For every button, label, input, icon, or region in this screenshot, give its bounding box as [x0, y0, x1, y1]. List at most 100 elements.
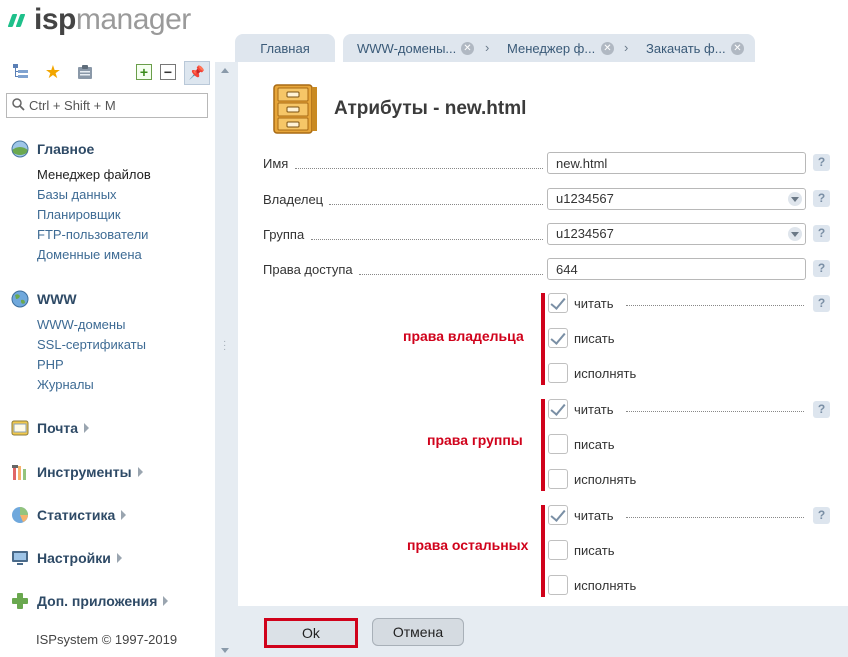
- help-icon[interactable]: ?: [813, 260, 830, 277]
- group-exec-checkbox[interactable]: [548, 469, 568, 489]
- expand-all-icon[interactable]: +: [136, 64, 152, 80]
- read-label: читать: [574, 508, 614, 523]
- owner-read-checkbox[interactable]: [548, 293, 568, 313]
- menu-head-label: Статистика: [37, 507, 116, 523]
- tab-upload-file[interactable]: Закачать ф...: [632, 41, 726, 56]
- collapse-all-icon[interactable]: −: [160, 64, 176, 80]
- ispmanager-logo[interactable]: ispmanager: [7, 3, 191, 36]
- chevron-right-icon: [137, 467, 143, 477]
- sidebar-item-ssl-certificates[interactable]: SSL-сертификаты: [37, 335, 146, 355]
- sidebar-item-file-manager[interactable]: Менеджер файлов: [37, 165, 151, 185]
- highlight-bar: [541, 399, 545, 491]
- owner-write-checkbox[interactable]: [548, 328, 568, 348]
- help-icon[interactable]: ?: [813, 225, 830, 242]
- menu-head-statistics[interactable]: Статистика: [10, 505, 127, 525]
- menu-head-label: Главное: [37, 141, 95, 157]
- owner-permissions-block: права владельца читать ? писать исполнят…: [238, 293, 848, 393]
- field-row-permissions: Права доступа ?: [263, 258, 843, 282]
- owner-select-value: u1234567: [556, 191, 614, 206]
- sidebar-item-www-domains[interactable]: WWW-домены: [37, 315, 146, 335]
- mail-icon: [10, 419, 30, 437]
- exec-label: исполнять: [574, 578, 637, 593]
- owner-permissions-title: права владельца: [403, 328, 524, 344]
- sidebar-search: [6, 93, 208, 118]
- file-cabinet-icon: [270, 83, 320, 135]
- name-label: Имя: [263, 156, 289, 171]
- globe-icon: [10, 290, 30, 308]
- permissions-input[interactable]: [547, 258, 806, 280]
- help-icon[interactable]: ?: [813, 401, 830, 418]
- menu-head-settings[interactable]: Настройки: [10, 548, 122, 568]
- close-icon[interactable]: ✕: [461, 42, 474, 55]
- name-input[interactable]: [547, 152, 806, 174]
- clipboard-icon[interactable]: [74, 61, 96, 83]
- form-header: Атрибуты - new.html: [270, 80, 526, 138]
- ok-button[interactable]: Ok: [264, 618, 358, 648]
- search-input[interactable]: [29, 98, 199, 113]
- help-icon[interactable]: ?: [813, 295, 830, 312]
- search-icon: [7, 97, 29, 114]
- field-row-owner: Владелец u1234567 ?: [263, 188, 843, 212]
- tree-icon[interactable]: [10, 61, 32, 83]
- tab-label: Главная: [260, 40, 310, 56]
- cancel-button[interactable]: Отмена: [372, 618, 464, 646]
- owner-exec-checkbox[interactable]: [548, 363, 568, 383]
- others-read-checkbox[interactable]: [548, 505, 568, 525]
- highlight-bar: [541, 293, 545, 385]
- tab-file-manager[interactable]: Менеджер ф...: [493, 41, 595, 56]
- group-read-checkbox[interactable]: [548, 399, 568, 419]
- sidebar-item-php[interactable]: PHP: [37, 355, 146, 375]
- menu-group-mail: Почта: [10, 418, 90, 438]
- help-icon[interactable]: ?: [813, 507, 830, 524]
- scroll-down-icon[interactable]: [221, 648, 229, 653]
- write-label: писать: [574, 331, 615, 346]
- chevron-right-icon: ›: [624, 40, 629, 55]
- sidebar: ispmanager ★ + − 📌 Главное Менеджер файл…: [0, 0, 215, 657]
- owner-select[interactable]: u1234567: [547, 188, 806, 210]
- group-permissions-title: права группы: [427, 432, 523, 448]
- logo-mark-icon: [7, 12, 30, 28]
- page-title: Атрибуты - new.html: [334, 98, 527, 119]
- menu-group-www: WWW WWW-домены SSL-сертификаты PHP Журна…: [10, 289, 146, 395]
- sidebar-item-databases[interactable]: Базы данных: [37, 185, 151, 205]
- menu-head-main[interactable]: Главное: [10, 139, 151, 159]
- read-label: читать: [574, 402, 614, 417]
- field-row-name: Имя ?: [263, 152, 843, 176]
- group-write-checkbox[interactable]: [548, 434, 568, 454]
- logo-manager-text: manager: [75, 3, 191, 36]
- home-icon: [10, 140, 30, 158]
- menu-group-apps: Доп. приложения: [10, 591, 169, 611]
- scroll-up-icon[interactable]: [221, 68, 229, 73]
- pin-icon[interactable]: 📌: [184, 61, 210, 85]
- menu-head-tools[interactable]: Инструменты: [10, 462, 143, 482]
- tab-home[interactable]: Главная: [235, 34, 335, 62]
- sidebar-splitter[interactable]: · · ·: [215, 62, 235, 657]
- sidebar-item-domain-names[interactable]: Доменные имена: [37, 245, 151, 265]
- help-icon[interactable]: ?: [813, 190, 830, 207]
- others-permissions-title: права остальных: [407, 537, 529, 553]
- exec-label: исполнять: [574, 366, 637, 381]
- tab-www-domains[interactable]: WWW-домены...: [343, 41, 456, 56]
- menu-head-label: Настройки: [37, 550, 111, 566]
- group-select-value: u1234567: [556, 226, 614, 241]
- owner-label: Владелец: [263, 192, 324, 207]
- others-permissions-block: права остальных читать ? писать исполнят…: [238, 505, 848, 605]
- menu-head-apps[interactable]: Доп. приложения: [10, 591, 169, 611]
- menu-head-label: Инструменты: [37, 464, 132, 480]
- help-icon[interactable]: ?: [813, 154, 830, 171]
- menu-head-www[interactable]: WWW: [10, 289, 146, 309]
- tab-breadcrumb: WWW-домены... ✕ › Менеджер ф... ✕ › Зака…: [343, 34, 755, 62]
- sidebar-item-logs[interactable]: Журналы: [37, 375, 146, 395]
- star-icon[interactable]: ★: [42, 61, 64, 83]
- grip-icon: · · ·: [223, 336, 227, 355]
- sidebar-item-scheduler[interactable]: Планировщик: [37, 205, 151, 225]
- others-write-checkbox[interactable]: [548, 540, 568, 560]
- sidebar-item-ftp-users[interactable]: FTP-пользователи: [37, 225, 151, 245]
- group-select[interactable]: u1234567: [547, 223, 806, 245]
- close-icon[interactable]: ✕: [601, 42, 614, 55]
- menu-head-mail[interactable]: Почта: [10, 418, 90, 438]
- menu-group-tools: Инструменты: [10, 462, 143, 482]
- chevron-right-icon: ›: [485, 40, 490, 55]
- others-exec-checkbox[interactable]: [548, 575, 568, 595]
- close-icon[interactable]: ✕: [731, 42, 744, 55]
